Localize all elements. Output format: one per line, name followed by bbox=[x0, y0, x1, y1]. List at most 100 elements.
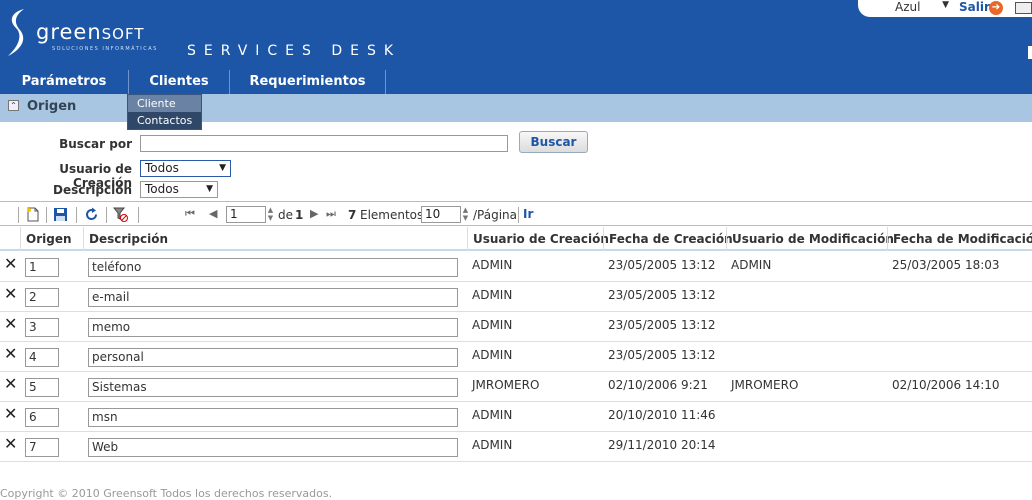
descripcion-input[interactable]: e-mail bbox=[88, 288, 458, 307]
app-title: SERVICES DESK bbox=[187, 43, 402, 59]
descripcion-label: Descripción bbox=[53, 183, 132, 197]
origen-input[interactable]: 7 bbox=[25, 438, 59, 457]
fecha-creacion-cell: 23/05/2005 13:12 bbox=[608, 258, 716, 272]
delete-icon[interactable]: ✕ bbox=[4, 436, 17, 452]
menu-parametros[interactable]: Parámetros bbox=[0, 70, 128, 94]
page-number-input[interactable]: 1 bbox=[226, 206, 266, 223]
print-icon[interactable] bbox=[1015, 2, 1032, 14]
copyright-footer: Copyright © 2010 Greensoft Todos los der… bbox=[0, 487, 333, 500]
col-fecha-creacion[interactable]: Fecha de Creación bbox=[609, 232, 733, 246]
buscar-button[interactable]: Buscar bbox=[519, 131, 588, 153]
page-spinner[interactable]: ▲ ▼ bbox=[266, 206, 275, 223]
fecha-modificacion-cell: 02/10/2006 14:10 bbox=[892, 378, 1000, 392]
table-row: ✕ 1 teléfono ADMIN 23/05/2005 13:12 ADMI… bbox=[0, 252, 1032, 282]
skin-value: Azul bbox=[895, 0, 921, 14]
chevron-down-icon: ▼ bbox=[219, 163, 226, 173]
toolbar-separator bbox=[46, 207, 47, 223]
table-row: ✕ 6 msn ADMIN 20/10/2010 11:46 bbox=[0, 402, 1032, 432]
col-usuario-modificacion[interactable]: Usuario de Modificación bbox=[732, 232, 894, 246]
delete-icon[interactable]: ✕ bbox=[4, 286, 17, 302]
first-page-icon[interactable]: ⏮ bbox=[185, 207, 195, 221]
toolbar-separator bbox=[106, 207, 107, 223]
origen-input[interactable]: 3 bbox=[25, 318, 59, 337]
logo-subtitle: SOLUCIONES INFORMÁTICAS bbox=[52, 46, 158, 52]
last-page-icon[interactable]: ⏭ bbox=[326, 207, 336, 221]
column-divider bbox=[603, 227, 604, 251]
col-usuario-creacion[interactable]: Usuario de Creación bbox=[473, 232, 609, 246]
usuario-modificacion-cell: JMROMERO bbox=[731, 378, 799, 392]
new-document-icon[interactable] bbox=[25, 207, 40, 222]
table-row: ✕ 7 Web ADMIN 29/11/2010 20:14 bbox=[0, 432, 1032, 462]
pagina-label: /Página bbox=[473, 208, 518, 222]
fecha-creacion-cell: 23/05/2005 13:12 bbox=[608, 348, 716, 362]
usuario-creacion-cell: ADMIN bbox=[472, 288, 513, 302]
collapse-icon[interactable]: ⌃ bbox=[8, 100, 19, 111]
prev-page-icon[interactable]: ◀ bbox=[209, 207, 217, 220]
origen-input[interactable]: 6 bbox=[25, 408, 59, 427]
delete-icon[interactable]: ✕ bbox=[4, 406, 17, 422]
main-menu: Parámetros Clientes Requerimientos bbox=[0, 70, 1032, 94]
delete-icon[interactable]: ✕ bbox=[4, 316, 17, 332]
usuario-creacion-cell: ADMIN bbox=[472, 408, 513, 422]
fecha-modificacion-cell: 25/03/2005 18:03 bbox=[892, 258, 1000, 272]
refresh-icon[interactable] bbox=[84, 207, 99, 222]
toolbar-separator bbox=[18, 207, 19, 223]
col-origen[interactable]: Origen bbox=[26, 232, 72, 246]
delete-icon[interactable]: ✕ bbox=[4, 376, 17, 392]
skin-select[interactable]: Azul ▼ bbox=[895, 0, 951, 15]
descripcion-input[interactable]: teléfono bbox=[88, 258, 458, 277]
menu-separator bbox=[385, 70, 386, 94]
dropdown-item-cliente[interactable]: Cliente bbox=[128, 95, 201, 112]
search-input[interactable] bbox=[140, 135, 508, 152]
descripcion-select[interactable]: Todos ▼ bbox=[140, 181, 218, 198]
logo-green: green bbox=[36, 20, 102, 44]
descripcion-input[interactable]: personal bbox=[88, 348, 458, 367]
menu-requerimientos[interactable]: Requerimientos bbox=[230, 70, 385, 94]
descripcion-input[interactable]: msn bbox=[88, 408, 458, 427]
origen-input[interactable]: 1 bbox=[25, 258, 59, 277]
logo-soft: SOFT bbox=[101, 25, 145, 43]
page-size-spinner[interactable]: ▲ ▼ bbox=[461, 206, 470, 223]
descripcion-input[interactable]: Web bbox=[88, 438, 458, 457]
delete-icon[interactable]: ✕ bbox=[4, 346, 17, 362]
logout-link[interactable]: Salir bbox=[959, 0, 990, 14]
usuario-creacion-cell: ADMIN bbox=[472, 258, 513, 272]
fecha-creacion-cell: 23/05/2005 13:12 bbox=[608, 288, 716, 302]
chevron-down-icon: ▼ bbox=[942, 0, 949, 10]
elementos-label: Elementos bbox=[360, 208, 424, 222]
greensoft-logo-icon bbox=[8, 9, 24, 56]
col-fecha-modificacion[interactable]: Fecha de Modificación bbox=[893, 232, 1032, 246]
column-divider bbox=[20, 227, 21, 251]
col-descripcion[interactable]: Descripción bbox=[89, 232, 168, 246]
dropdown-item-contactos[interactable]: Contactos bbox=[128, 112, 201, 129]
de-label: de bbox=[278, 208, 293, 222]
descripcion-input[interactable]: Sistemas bbox=[88, 378, 458, 397]
toolbar-separator bbox=[138, 207, 139, 223]
toolbar-separator bbox=[76, 207, 77, 223]
section-title: Origen bbox=[27, 99, 77, 114]
usuario-creacion-select[interactable]: Todos ▼ bbox=[140, 160, 231, 177]
table-row: ✕ 2 e-mail ADMIN 23/05/2005 13:12 bbox=[0, 282, 1032, 312]
table-row: ✕ 5 Sistemas JMROMERO 02/10/2006 9:21 JM… bbox=[0, 372, 1032, 402]
logout-arrow-icon[interactable]: ➔ bbox=[989, 1, 1003, 15]
page-size-input[interactable]: 10 bbox=[421, 206, 461, 223]
delete-icon[interactable]: ✕ bbox=[4, 256, 17, 272]
header-divider bbox=[1028, 46, 1032, 59]
go-link[interactable]: Ir bbox=[523, 207, 533, 221]
total-pages: 1 bbox=[295, 208, 304, 222]
column-divider bbox=[887, 227, 888, 251]
save-icon[interactable] bbox=[53, 207, 68, 222]
grid-header: Origen Descripción Usuario de Creación F… bbox=[0, 226, 1032, 251]
next-page-icon[interactable]: ▶ bbox=[310, 207, 318, 220]
menu-clientes[interactable]: Clientes bbox=[129, 70, 229, 94]
descripcion-value: Todos bbox=[145, 182, 179, 196]
toolbar-separator bbox=[518, 207, 519, 223]
clientes-dropdown: Cliente Contactos bbox=[127, 94, 202, 130]
clear-filter-icon[interactable] bbox=[113, 207, 128, 222]
origen-input[interactable]: 4 bbox=[25, 348, 59, 367]
origen-input[interactable]: 5 bbox=[25, 378, 59, 397]
column-divider bbox=[467, 227, 468, 251]
usuario-modificacion-cell: ADMIN bbox=[731, 258, 772, 272]
descripcion-input[interactable]: memo bbox=[88, 318, 458, 337]
origen-input[interactable]: 2 bbox=[25, 288, 59, 307]
